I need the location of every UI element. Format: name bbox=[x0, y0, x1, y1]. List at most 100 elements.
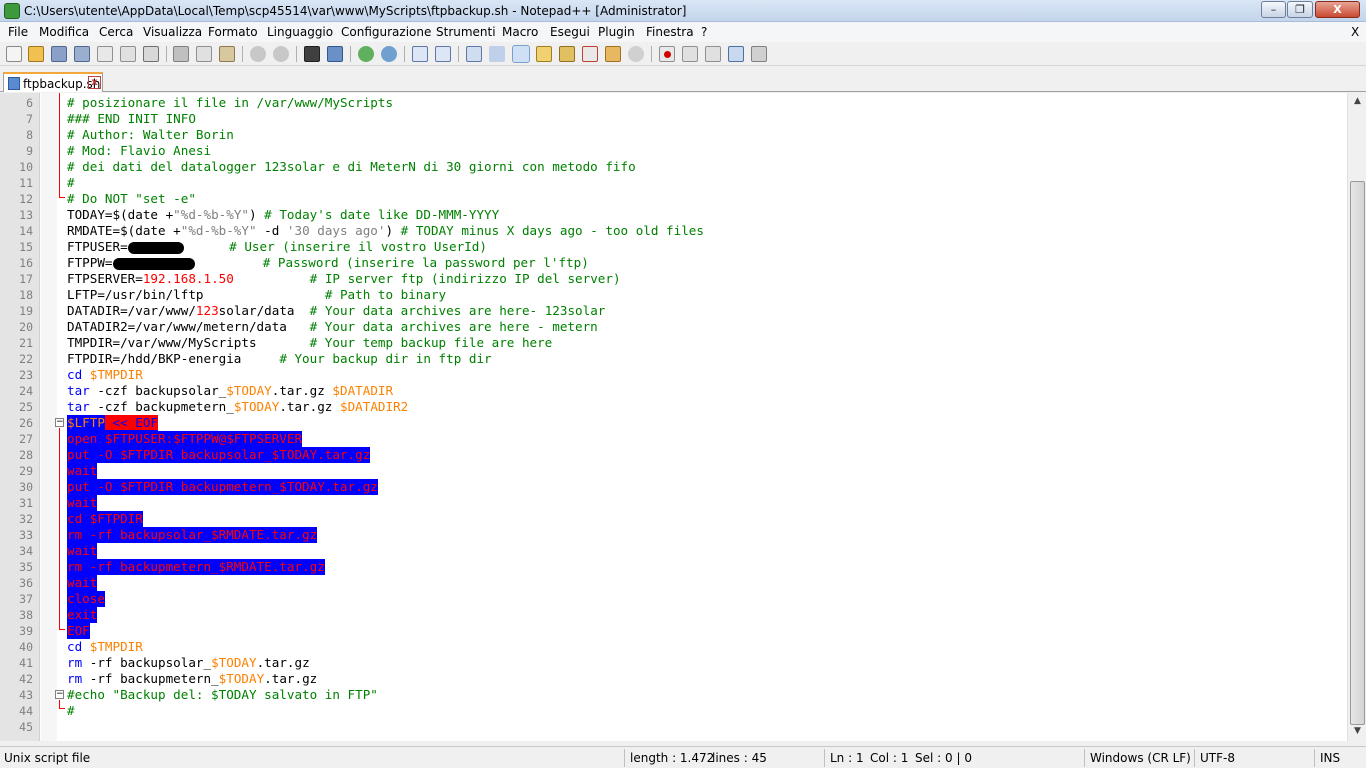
find-icon[interactable] bbox=[304, 46, 320, 62]
notepadpp-app-icon[interactable] bbox=[4, 3, 20, 19]
status-file-type: Unix script file bbox=[4, 751, 91, 765]
code-line: 15 FTPUSER= # User (inserire il vostro Us… bbox=[0, 239, 1347, 255]
line-text: DATADIR2=/var/www/metern/data # Your dat… bbox=[67, 319, 598, 335]
menu-visualizza[interactable]: Visualizza bbox=[143, 25, 202, 39]
code-token: $LFTP bbox=[67, 415, 105, 430]
open-file-icon[interactable] bbox=[28, 46, 44, 62]
replace-icon[interactable] bbox=[327, 46, 343, 62]
undo-icon[interactable] bbox=[250, 46, 266, 62]
menu-finestra[interactable]: Finestra bbox=[646, 25, 694, 39]
sync-horizontal-icon[interactable] bbox=[435, 46, 451, 62]
scroll-down-icon[interactable]: ▼ bbox=[1350, 723, 1365, 739]
line-number: 20 bbox=[19, 320, 33, 334]
folder-workspace-icon[interactable] bbox=[605, 46, 621, 62]
minimize-button[interactable]: – bbox=[1261, 1, 1286, 18]
menu-plugin[interactable]: Plugin bbox=[598, 25, 635, 39]
line-number: 41 bbox=[19, 656, 33, 670]
stop-macro-icon[interactable] bbox=[682, 46, 698, 62]
paste-icon[interactable] bbox=[219, 46, 235, 62]
menu-macro[interactable]: Macro bbox=[502, 25, 538, 39]
indent-guide-icon[interactable] bbox=[512, 45, 530, 63]
code-token: 123 bbox=[195, 303, 219, 318]
code-token: TODAY=$(date + bbox=[67, 207, 174, 222]
run-multiple-macro-icon[interactable] bbox=[728, 46, 744, 62]
copy-icon[interactable] bbox=[196, 46, 212, 62]
scrollbar-thumb[interactable] bbox=[1350, 181, 1365, 725]
line-text: cd $TMPDIR bbox=[67, 639, 143, 655]
code-editor[interactable]: − − 6 # posizionare il file in /var/www/M… bbox=[0, 93, 1347, 741]
menu-configurazione[interactable]: Configurazione bbox=[341, 25, 431, 39]
status-encoding[interactable]: UTF-8 bbox=[1200, 751, 1235, 765]
code-token: LFTP=/usr/bin/lftp bbox=[67, 287, 204, 302]
code-token: << EOF bbox=[104, 415, 158, 430]
code-token: $DATADIR bbox=[332, 383, 394, 398]
maximize-button[interactable]: ❐ bbox=[1287, 1, 1313, 18]
code-line: 11 # bbox=[0, 175, 1347, 191]
monitor-icon[interactable] bbox=[628, 46, 644, 62]
zoom-out-icon[interactable] bbox=[381, 46, 397, 62]
zoom-in-icon[interactable] bbox=[358, 46, 374, 62]
line-text: tar -czf backupmetern_$TODAY.tar.gz $DAT… bbox=[67, 399, 408, 415]
tab-ftpbackup[interactable]: ftpbackup.sh x bbox=[3, 72, 103, 92]
line-number: 23 bbox=[19, 368, 33, 382]
line-text: TODAY=$(date +"%d-%b-%Y") # Today's date… bbox=[67, 207, 499, 223]
menu-modifica[interactable]: Modifica bbox=[39, 25, 89, 39]
tab-close-icon[interactable]: x bbox=[88, 76, 101, 89]
code-line: 45 bbox=[0, 719, 1347, 735]
new-file-icon[interactable] bbox=[6, 46, 22, 62]
line-text: EOF bbox=[67, 623, 90, 639]
code-token: rm bbox=[67, 671, 83, 686]
line-text: # Mod: Flavio Anesi bbox=[67, 143, 212, 158]
close-document-button[interactable]: X bbox=[1351, 25, 1359, 39]
toolbar-separator bbox=[166, 46, 167, 62]
tab-bar: ftpbackup.sh x bbox=[0, 67, 1366, 92]
show-all-chars-icon[interactable] bbox=[489, 46, 505, 62]
status-bar: Unix script file length : 1.472 lines : … bbox=[0, 746, 1366, 768]
toolbar-separator bbox=[242, 46, 243, 62]
code-line: 41 rm -rf backupsolar_$TODAY.tar.gz bbox=[0, 655, 1347, 671]
close-all-icon[interactable] bbox=[120, 46, 136, 62]
save-macro-icon[interactable] bbox=[751, 46, 767, 62]
code-token: .tar.gz bbox=[271, 383, 333, 398]
redacted-password bbox=[112, 257, 195, 270]
line-number: 29 bbox=[19, 464, 33, 478]
redo-icon[interactable] bbox=[273, 46, 289, 62]
menu-linguaggio[interactable]: Linguaggio bbox=[267, 25, 333, 39]
menu-esegui[interactable]: Esegui bbox=[550, 25, 590, 39]
code-line: 39 EOF bbox=[0, 623, 1347, 639]
code-line: 44 # bbox=[0, 703, 1347, 719]
line-number: 15 bbox=[19, 240, 33, 254]
function-list-icon[interactable] bbox=[582, 46, 598, 62]
scroll-up-icon[interactable]: ▲ bbox=[1350, 93, 1365, 109]
window-title: C:\Users\utente\AppData\Local\Temp\scp45… bbox=[24, 4, 687, 18]
line-number: 28 bbox=[19, 448, 33, 462]
save-icon[interactable] bbox=[51, 46, 67, 62]
menu-help[interactable]: ? bbox=[701, 25, 707, 39]
line-text: cd $FTPDIR bbox=[67, 511, 143, 527]
doc-map-icon[interactable] bbox=[559, 46, 575, 62]
close-icon[interactable] bbox=[97, 46, 113, 62]
record-macro-icon[interactable] bbox=[659, 46, 675, 62]
code-line: 14 RMDATE=$(date +"%d-%b-%Y" -d '30 days … bbox=[0, 223, 1347, 239]
line-text: put -O $FTPDIR backupsolar_$TODAY.tar.gz bbox=[67, 447, 371, 463]
menu-cerca[interactable]: Cerca bbox=[99, 25, 133, 39]
print-icon[interactable] bbox=[143, 46, 159, 62]
status-insert-mode[interactable]: INS bbox=[1320, 751, 1340, 765]
status-eol[interactable]: Windows (CR LF) bbox=[1090, 751, 1191, 765]
toolbar-separator bbox=[458, 46, 459, 62]
line-number: 11 bbox=[19, 176, 33, 190]
menu-formato[interactable]: Formato bbox=[208, 25, 258, 39]
word-wrap-icon[interactable] bbox=[466, 46, 482, 62]
menu-file[interactable]: File bbox=[8, 25, 28, 39]
code-line: 8 # Author: Walter Borin bbox=[0, 127, 1347, 143]
menu-strumenti[interactable]: Strumenti bbox=[436, 25, 496, 39]
line-text: tar -czf backupsolar_$TODAY.tar.gz $DATA… bbox=[67, 383, 393, 399]
close-window-button[interactable]: X bbox=[1315, 1, 1360, 18]
sync-vertical-icon[interactable] bbox=[412, 46, 428, 62]
line-number: 8 bbox=[26, 128, 33, 142]
save-all-icon[interactable] bbox=[74, 46, 90, 62]
vertical-scrollbar[interactable]: ▲ ▼ bbox=[1347, 93, 1366, 741]
lang-udl-icon[interactable] bbox=[536, 46, 552, 62]
play-macro-icon[interactable] bbox=[705, 46, 721, 62]
cut-icon[interactable] bbox=[173, 46, 189, 62]
